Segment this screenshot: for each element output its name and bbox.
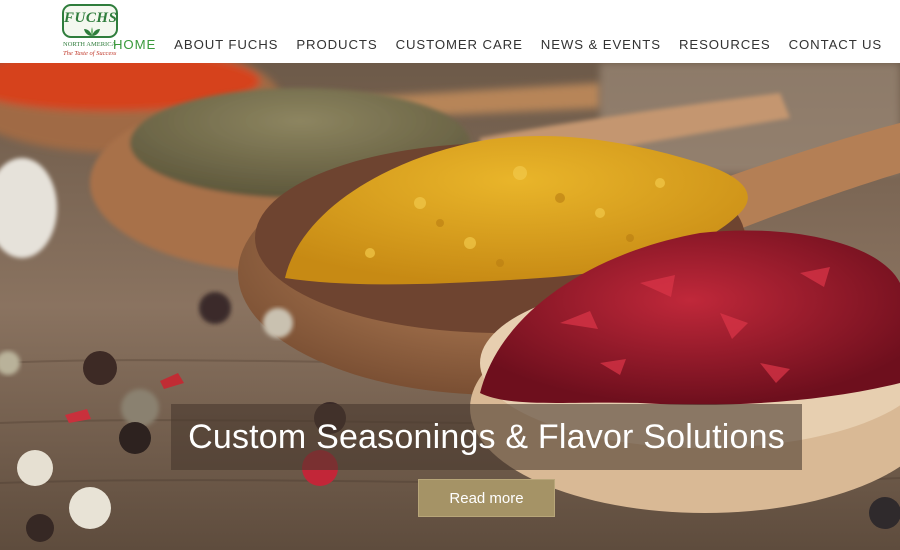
logo-badge: FUCHS bbox=[62, 4, 118, 38]
leaf-icon bbox=[84, 27, 100, 36]
read-more-button[interactable]: Read more bbox=[418, 479, 555, 517]
nav-item-home[interactable]: HOME bbox=[113, 37, 156, 52]
nav-item-about-fuchs[interactable]: ABOUT FUCHS bbox=[174, 37, 278, 52]
logo-word: FUCHS bbox=[64, 10, 118, 26]
nav-item-products[interactable]: PRODUCTS bbox=[296, 37, 377, 52]
nav-item-contact-us[interactable]: CONTACT US bbox=[789, 37, 883, 52]
main-nav: HOME ABOUT FUCHS PRODUCTS CUSTOMER CARE … bbox=[113, 37, 882, 52]
hero-caption: Custom Seasonings & Flavor Solutions bbox=[171, 404, 802, 470]
hero-banner: Custom Seasonings & Flavor Solutions Rea… bbox=[0, 63, 900, 550]
logo-subtitle: NORTH AMERICA bbox=[63, 41, 117, 48]
fuchs-logo[interactable]: FUCHS NORTH AMERICA The Taste of Success bbox=[60, 3, 122, 61]
hero-caption-text: Custom Seasonings & Flavor Solutions bbox=[188, 417, 785, 456]
spice-spoons-image bbox=[0, 63, 900, 550]
site-header: FUCHS NORTH AMERICA The Taste of Success… bbox=[0, 0, 900, 63]
nav-item-resources[interactable]: RESOURCES bbox=[679, 37, 771, 52]
logo-tagline: The Taste of Success bbox=[63, 50, 117, 57]
nav-item-news-events[interactable]: NEWS & EVENTS bbox=[541, 37, 661, 52]
nav-item-customer-care[interactable]: CUSTOMER CARE bbox=[396, 37, 523, 52]
